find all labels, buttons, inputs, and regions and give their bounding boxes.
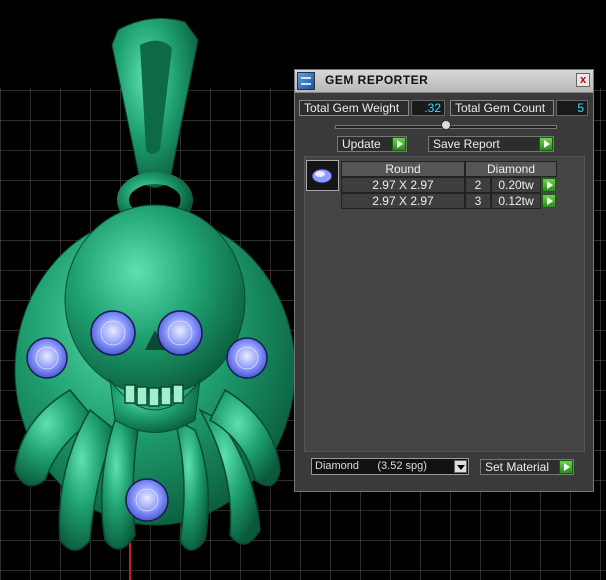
save-report-button-label: Save Report — [433, 137, 500, 151]
total-gem-count-label: Total Gem Count — [450, 100, 554, 116]
row-weight: 0.12tw — [491, 193, 541, 209]
shape-header: Round — [341, 161, 465, 177]
close-icon[interactable]: x — [576, 73, 590, 87]
total-gem-count-value: 5 — [556, 100, 588, 116]
update-button-label: Update — [342, 137, 381, 151]
total-gem-weight-label: Total Gem Weight — [299, 100, 409, 116]
material-header: Diamond — [465, 161, 557, 177]
total-gem-weight-value: .32 — [411, 100, 445, 116]
play-arrow-icon — [392, 137, 406, 151]
play-arrow-icon — [559, 460, 573, 474]
gem-side-left — [26, 337, 68, 379]
row-size: 2.97 X 2.97 — [341, 177, 465, 193]
panel-title: GEM REPORTER — [325, 73, 429, 87]
row-size: 2.97 X 2.97 — [341, 193, 465, 209]
update-button[interactable]: Update — [337, 136, 407, 152]
set-material-button-label: Set Material — [485, 460, 550, 474]
play-arrow-icon — [539, 137, 553, 151]
round-gem-icon[interactable] — [306, 160, 339, 191]
gem-side-right — [226, 337, 268, 379]
play-arrow-icon[interactable] — [542, 178, 556, 192]
row-weight: 0.20tw — [491, 177, 541, 193]
gem-eye-right — [157, 310, 203, 356]
dropdown-arrow-icon[interactable] — [454, 460, 467, 473]
set-material-button[interactable]: Set Material — [480, 459, 574, 475]
gem-reporter-app-icon — [297, 72, 315, 90]
material-select[interactable]: Diamond (3.52 spg) — [311, 458, 469, 475]
row-count: 2 — [465, 177, 491, 193]
gem-reporter-panel: GEM REPORTER x Total Gem Weight .32 Tota… — [294, 69, 594, 492]
material-select-value: Diamond (3.52 spg) — [315, 460, 427, 472]
gem-list: Round Diamond 2.97 X 2.97 2 0.20tw 2.97 … — [304, 156, 585, 452]
play-arrow-icon[interactable] — [542, 194, 556, 208]
panel-titlebar[interactable]: GEM REPORTER x — [295, 70, 593, 93]
row-count: 3 — [465, 193, 491, 209]
gem-bottom — [125, 478, 169, 522]
save-report-button[interactable]: Save Report — [428, 136, 554, 152]
size-slider-thumb[interactable] — [441, 120, 451, 130]
gem-eye-left — [90, 310, 136, 356]
